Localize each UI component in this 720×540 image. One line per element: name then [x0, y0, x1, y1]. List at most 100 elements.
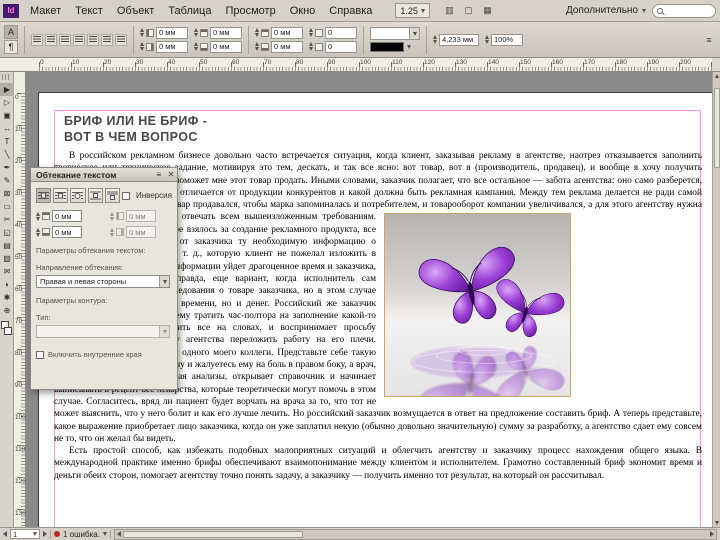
scissors-tool[interactable]: ✂	[0, 213, 14, 226]
scroll-down-arrow[interactable]	[714, 521, 719, 525]
stepper[interactable]	[255, 28, 259, 37]
justify-all-button[interactable]	[115, 33, 127, 46]
preflight-status[interactable]: 1 ошибка.	[63, 530, 100, 539]
vertical-scrollbar[interactable]	[712, 72, 720, 527]
dropdown-arrow-button[interactable]	[409, 28, 419, 39]
search-input[interactable]	[666, 6, 706, 15]
view-options-icon[interactable]: ▥	[442, 4, 457, 17]
justify-center-button[interactable]	[87, 33, 99, 46]
drop-cap-chars-field[interactable]: 0	[325, 40, 357, 53]
drop-cap-lines-field[interactable]: 0	[325, 26, 357, 39]
stepper[interactable]	[194, 42, 198, 51]
line-tool[interactable]: ╲	[0, 148, 14, 161]
wrap-bounding-box-button[interactable]	[53, 188, 69, 203]
scroll-right-arrow[interactable]	[710, 531, 714, 537]
last-line-indent-field[interactable]: 0 мм	[210, 40, 242, 53]
text-color-swatch[interactable]	[370, 42, 404, 52]
stepper[interactable]	[140, 42, 144, 51]
previous-page-button[interactable]	[3, 531, 7, 537]
menu-item-7[interactable]: Справка	[322, 0, 379, 21]
stepper[interactable]	[433, 35, 437, 44]
article-heading[interactable]: БРИФ ИЛИ НЕ БРИФ - ВОТ В ЧЕМ ВОПРОС	[64, 113, 207, 145]
workspace-switcher[interactable]: Дополнительно	[560, 5, 652, 16]
menu-item-3[interactable]: Объект	[110, 0, 161, 21]
direct-selection-tool[interactable]: ▷	[0, 96, 14, 109]
pen-tool[interactable]: ✒	[0, 161, 14, 174]
include-inner-edges-checkbox[interactable]	[36, 350, 44, 359]
no-wrap-button[interactable]	[36, 188, 52, 203]
stepper[interactable]	[36, 211, 40, 221]
jump-object-button[interactable]	[87, 188, 103, 203]
gradient-feather-tool[interactable]: ▨	[0, 252, 14, 265]
contour-type-dropdown[interactable]	[36, 325, 170, 338]
eyedropper-tool[interactable]: ◗	[0, 278, 14, 291]
page-tool[interactable]: ▣	[0, 109, 14, 122]
zoom-level-dropdown[interactable]: 1.25	[395, 3, 430, 18]
justify-right-button[interactable]	[101, 33, 113, 46]
rectangle-tool[interactable]: ▭	[0, 200, 14, 213]
invert-checkbox[interactable]	[121, 191, 130, 200]
dropdown-arrow-button[interactable]	[159, 276, 169, 287]
horizontal-scroll-thumb[interactable]	[122, 530, 303, 538]
baseline-offset-field[interactable]: 4,233 мм	[439, 33, 479, 46]
top-offset-field[interactable]: 0 мм	[52, 210, 82, 222]
stepper[interactable]	[36, 227, 40, 237]
close-icon[interactable]: ✕	[165, 169, 177, 180]
align-right-button[interactable]	[59, 33, 71, 46]
menu-item-4[interactable]: Таблица	[161, 0, 218, 21]
space-before-field[interactable]: 0 мм	[271, 26, 303, 39]
panel-header[interactable]: Обтекание текстом ≡ ✕	[30, 167, 178, 182]
stepper[interactable]	[309, 42, 313, 51]
wrap-direction-dropdown[interactable]: Правая и левая стороны	[36, 275, 170, 288]
right-indent-field[interactable]: 0 мм	[156, 40, 188, 53]
scroll-left-arrow[interactable]	[116, 531, 121, 537]
panel-menu-icon[interactable]: ≡	[702, 33, 716, 46]
page-number-dropdown[interactable]: 1	[10, 529, 40, 539]
first-line-indent-field[interactable]: 0 мм	[210, 26, 242, 39]
arrange-documents-icon[interactable]: ▦	[480, 4, 495, 17]
screen-mode-icon[interactable]: ▢	[461, 4, 476, 17]
stepper[interactable]	[194, 28, 198, 37]
align-center-button[interactable]	[45, 33, 57, 46]
stroke-swatch[interactable]	[4, 327, 12, 335]
left-indent-field[interactable]: 0 мм	[156, 26, 188, 39]
left-offset-field[interactable]: 0 мм	[126, 210, 156, 222]
stepper[interactable]	[309, 28, 313, 37]
paragraph-style-dropdown[interactable]	[370, 27, 420, 40]
character-formatting-button[interactable]: А	[4, 25, 18, 39]
stepper[interactable]	[140, 28, 144, 37]
align-left-button[interactable]	[31, 33, 43, 46]
body-paragraph[interactable]: Есть простой способ, как избежать подобн…	[54, 445, 702, 482]
note-tool[interactable]: ✉	[0, 265, 14, 278]
dropdown-arrow-button[interactable]	[159, 326, 169, 337]
stepper[interactable]	[255, 42, 259, 51]
next-page-button[interactable]	[43, 531, 47, 537]
menu-item-5[interactable]: Просмотр	[218, 0, 282, 21]
search-box[interactable]	[652, 3, 716, 18]
panel-menu-icon[interactable]: ≡	[153, 169, 165, 180]
stepper[interactable]	[110, 211, 114, 221]
fill-stroke-swatches[interactable]	[0, 320, 13, 338]
menu-item-2[interactable]: Текст	[68, 0, 110, 21]
panel-grip-icon[interactable]	[2, 74, 11, 80]
right-offset-field[interactable]: 0 мм	[126, 226, 156, 238]
space-after-field[interactable]: 0 мм	[271, 40, 303, 53]
stepper[interactable]	[110, 227, 114, 237]
menu-item-6[interactable]: Окно	[283, 0, 323, 21]
menu-item-1[interactable]: Макет	[23, 0, 68, 21]
hand-tool[interactable]: ✱	[0, 291, 14, 304]
zoom-tool[interactable]: ⊕	[0, 304, 14, 317]
horizontal-ruler[interactable]: 0 10 20 30 40 50 60 70 80 90 100 110 120 130 140 150 160…	[0, 58, 712, 72]
rectangle-frame-tool[interactable]: ⊠	[0, 187, 14, 200]
vertical-ruler[interactable]: 0 10 20 30 40 50 60 70 80 90 100 110 120 130	[14, 72, 26, 527]
butterfly-image[interactable]	[384, 213, 702, 397]
horizontal-scrollbar[interactable]	[113, 528, 717, 540]
scale-field[interactable]: 100%	[491, 33, 523, 46]
gradient-tool[interactable]: ▤	[0, 239, 14, 252]
bottom-offset-field[interactable]: 0 мм	[52, 226, 82, 238]
scroll-up-arrow[interactable]	[714, 74, 719, 78]
jump-to-next-column-button[interactable]	[104, 188, 120, 203]
pencil-tool[interactable]: ✎	[0, 174, 14, 187]
selection-tool[interactable]: ▶	[0, 83, 14, 96]
wrap-object-shape-button[interactable]	[70, 188, 86, 203]
